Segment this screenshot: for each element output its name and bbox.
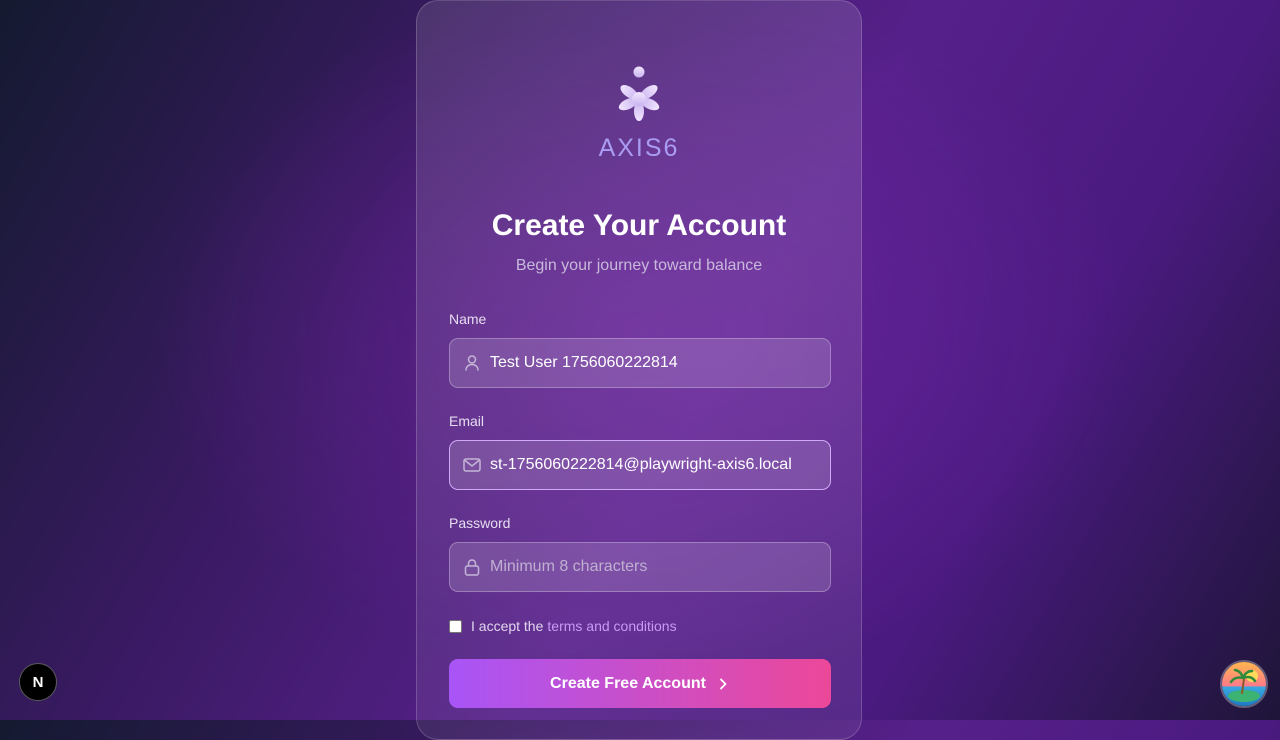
nextjs-letter: N <box>33 674 44 691</box>
terms-row: I accept the terms and conditions <box>449 616 677 636</box>
create-account-button[interactable]: Create Free Account <box>449 659 831 708</box>
terms-checkbox[interactable] <box>449 619 462 633</box>
page-title: Create Your Account <box>491 209 787 242</box>
axis6-logo-icon <box>618 66 660 121</box>
nextjs-dev-badge[interactable]: N <box>19 663 57 701</box>
island-avatar-icon <box>1222 662 1266 706</box>
name-label: Name <box>449 311 487 327</box>
email-input[interactable] <box>490 441 826 489</box>
password-input[interactable] <box>490 543 826 591</box>
chevron-right-icon <box>720 678 727 689</box>
brand-name: AXIS6 <box>598 134 680 162</box>
email-label: Email <box>449 413 485 429</box>
password-field[interactable] <box>449 542 831 592</box>
name-input[interactable] <box>490 339 826 387</box>
mail-icon <box>463 458 481 472</box>
name-field[interactable] <box>449 338 831 388</box>
terms-link[interactable]: terms and conditions <box>547 618 676 634</box>
lock-icon <box>464 559 480 576</box>
email-field[interactable] <box>449 440 831 490</box>
terms-prefix: I accept the <box>471 618 544 634</box>
signup-card: AXIS6 Create Your Account Begin your jou… <box>416 0 862 740</box>
password-label: Password <box>449 515 511 531</box>
user-icon <box>465 355 479 371</box>
avatar[interactable] <box>1220 660 1268 708</box>
page-subtitle: Begin your journey toward balance <box>515 257 763 274</box>
create-account-label: Create Free Account <box>550 674 706 692</box>
nextjs-logo-icon: N <box>33 674 44 691</box>
